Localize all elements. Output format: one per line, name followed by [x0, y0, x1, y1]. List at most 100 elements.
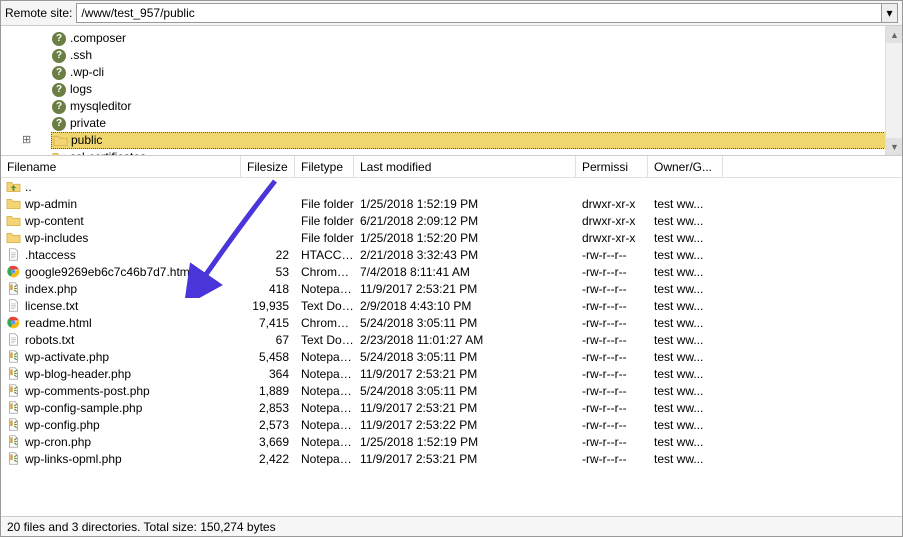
scroll-up-icon[interactable]: ▲: [886, 26, 902, 43]
file-type: Notepad...: [295, 367, 354, 381]
file-size: 1,889: [241, 384, 295, 398]
file-row[interactable]: license.txt19,935Text Doc...2/9/2018 4:4…: [1, 297, 902, 314]
file-type: HTACCE...: [295, 248, 354, 262]
file-owner: test ww...: [648, 248, 723, 262]
file-list-body[interactable]: ..wp-adminFile folder1/25/2018 1:52:19 P…: [1, 178, 902, 494]
file-permissions: -rw-r--r--: [576, 248, 648, 262]
file-owner: test ww...: [648, 384, 723, 398]
file-row[interactable]: wp-includesFile folder1/25/2018 1:52:20 …: [1, 229, 902, 246]
file-permissions: -rw-r--r--: [576, 265, 648, 279]
column-last-modified[interactable]: Last modified: [354, 156, 576, 177]
question-icon: ?: [51, 82, 67, 98]
tree-item-label: .wp-cli: [70, 64, 104, 81]
file-name: google9269eb6c7c46b7d7.html: [25, 265, 192, 279]
file-name: license.txt: [25, 299, 78, 313]
tree-item[interactable]: ?logs: [51, 81, 902, 98]
remote-site-toolbar: Remote site: ▾: [1, 1, 902, 26]
path-dropdown-button[interactable]: ▾: [882, 3, 898, 23]
column-permissions[interactable]: Permissi: [576, 156, 648, 177]
file-name: .htaccess: [25, 248, 76, 262]
file-modified: 5/24/2018 3:05:11 PM: [354, 350, 576, 364]
file-permissions: -rw-r--r--: [576, 350, 648, 364]
file-type: Chrome ...: [295, 316, 354, 330]
file-row[interactable]: wp-adminFile folder1/25/2018 1:52:19 PMd…: [1, 195, 902, 212]
tree-item[interactable]: ?private: [51, 115, 902, 132]
file-row[interactable]: wp-cron.php3,669Notepad...1/25/2018 1:52…: [1, 433, 902, 450]
file-name: wp-links-opml.php: [25, 452, 122, 466]
file-size: 53: [241, 265, 295, 279]
file-row[interactable]: wp-config-sample.php 2,853Notepad...11/9/…: [1, 399, 902, 416]
tree-item[interactable]: ?.composer: [51, 30, 902, 47]
php-file-icon: [5, 400, 21, 416]
file-row[interactable]: readme.html7,415Chrome ...5/24/2018 3:05…: [1, 314, 902, 331]
file-row[interactable]: wp-contentFile folder6/21/2018 2:09:12 P…: [1, 212, 902, 229]
file-size: 3,669: [241, 435, 295, 449]
tree-expander-icon[interactable]: ⊞: [22, 132, 31, 149]
file-name: robots.txt: [25, 333, 74, 347]
column-filename[interactable]: Filename: [1, 156, 241, 177]
file-modified: 5/24/2018 3:05:11 PM: [354, 316, 576, 330]
file-name: wp-blog-header.php: [25, 367, 131, 381]
file-row[interactable]: ..: [1, 178, 902, 195]
file-owner: test ww...: [648, 214, 723, 228]
file-row[interactable]: .htaccess22HTACCE...2/21/2018 3:32:43 PM…: [1, 246, 902, 263]
file-modified: 1/25/2018 1:52:20 PM: [354, 231, 576, 245]
file-permissions: -rw-r--r--: [576, 418, 648, 432]
file-modified: 1/25/2018 1:52:19 PM: [354, 197, 576, 211]
file-row[interactable]: wp-config.php2,573Notepad...11/9/2017 2:…: [1, 416, 902, 433]
tree-scrollbar[interactable]: ▲ ▼: [885, 26, 902, 155]
file-permissions: -rw-r--r--: [576, 367, 648, 381]
file-modified: 11/9/2017 2:53:21 PM: [354, 367, 576, 381]
file-row[interactable]: wp-comments-post.php1,889Notepad...5/24/…: [1, 382, 902, 399]
file-list-header[interactable]: Filename Filesize Filetype Last modified…: [1, 156, 902, 178]
file-owner: test ww...: [648, 316, 723, 330]
file-modified: 6/21/2018 2:09:12 PM: [354, 214, 576, 228]
chrome-html-icon: [5, 315, 21, 331]
column-owner-group[interactable]: Owner/G...: [648, 156, 723, 177]
column-filetype[interactable]: Filetype: [295, 156, 354, 177]
tree-item-label: mysqleditor: [70, 98, 131, 115]
remote-path-input[interactable]: [76, 3, 882, 23]
file-size: 67: [241, 333, 295, 347]
file-modified: 2/23/2018 11:01:27 AM: [354, 333, 576, 347]
file-name: wp-config-sample.php: [25, 401, 142, 415]
file-size: 2,853: [241, 401, 295, 415]
file-owner: test ww...: [648, 418, 723, 432]
php-file-icon: [5, 366, 21, 382]
file-row[interactable]: wp-activate.php5,458Notepad...5/24/2018 …: [1, 348, 902, 365]
file-name: wp-activate.php: [25, 350, 109, 364]
column-filesize[interactable]: Filesize: [241, 156, 295, 177]
php-file-icon: [5, 434, 21, 450]
file-permissions: -rw-r--r--: [576, 282, 648, 296]
file-permissions: -rw-r--r--: [576, 299, 648, 313]
tree-item[interactable]: ?.ssh: [51, 47, 902, 64]
file-row[interactable]: google9269eb6c7c46b7d7.html53Chrome ...7…: [1, 263, 902, 280]
file-permissions: drwxr-xr-x: [576, 231, 648, 245]
question-icon: ?: [51, 48, 67, 64]
file-list-pane: Filename Filesize Filetype Last modified…: [1, 156, 902, 494]
tree-item[interactable]: ?mysqleditor: [51, 98, 902, 115]
file-permissions: -rw-r--r--: [576, 384, 648, 398]
up-folder-icon: [5, 179, 21, 195]
php-file-icon: [5, 383, 21, 399]
remote-site-label: Remote site:: [5, 6, 72, 20]
scroll-down-icon[interactable]: ▼: [886, 138, 902, 155]
tree-item[interactable]: ssl-certificates: [51, 149, 902, 156]
file-type: Notepad...: [295, 401, 354, 415]
file-row[interactable]: wp-blog-header.php364Notepad...11/9/2017…: [1, 365, 902, 382]
file-size: 418: [241, 282, 295, 296]
file-row[interactable]: robots.txt67Text Doc...2/23/2018 11:01:2…: [1, 331, 902, 348]
file-row[interactable]: wp-links-opml.php2,422Notepad...11/9/201…: [1, 450, 902, 467]
file-permissions: -rw-r--r--: [576, 316, 648, 330]
file-modified: 11/9/2017 2:53:21 PM: [354, 401, 576, 415]
tree-item[interactable]: ?.wp-cli: [51, 64, 902, 81]
file-owner: test ww...: [648, 452, 723, 466]
file-name: index.php: [25, 282, 77, 296]
file-row[interactable]: index.php418Notepad...11/9/2017 2:53:21 …: [1, 280, 902, 297]
file-modified: 7/4/2018 8:11:41 AM: [354, 265, 576, 279]
directory-tree-pane[interactable]: ?.composer?.ssh?.wp-cli?logs?mysqleditor…: [1, 26, 902, 156]
file-owner: test ww...: [648, 367, 723, 381]
file-permissions: -rw-r--r--: [576, 333, 648, 347]
tree-item[interactable]: ⊞public: [51, 132, 902, 149]
tree-item-label: logs: [70, 81, 92, 98]
